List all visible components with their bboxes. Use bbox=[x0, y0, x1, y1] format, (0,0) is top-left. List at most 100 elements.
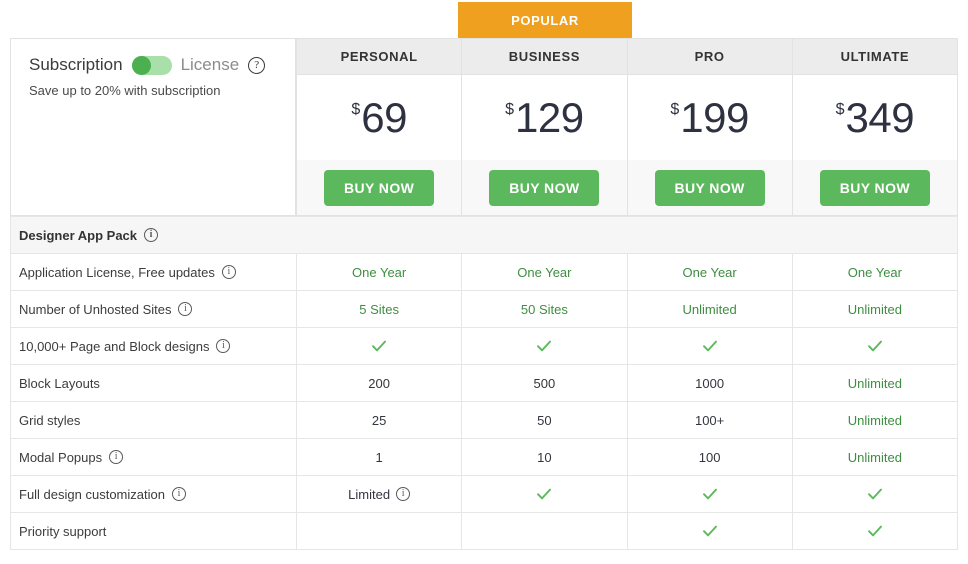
info-circle-icon[interactable]: i bbox=[216, 339, 231, 353]
feature-value-cell: 50 bbox=[462, 402, 628, 438]
feature-value: Limited bbox=[348, 486, 391, 502]
feature-value-cell bbox=[628, 513, 793, 549]
feature-row: 10,000+ Page and Block designs i bbox=[11, 328, 958, 365]
feature-value-cell bbox=[793, 513, 958, 549]
feature-value: 5 Sites bbox=[359, 301, 399, 317]
feature-row: Priority support bbox=[11, 513, 958, 550]
feature-section-header: Designer App Pack i bbox=[11, 217, 958, 254]
feature-comparison-table: Designer App Pack i Application License,… bbox=[10, 216, 958, 550]
promo-subtext: Save up to 20% with subscription bbox=[29, 83, 221, 98]
currency-symbol: $ bbox=[505, 101, 515, 118]
plan-buy-cell-business: BUY NOW bbox=[462, 160, 627, 215]
feature-value-cell: 500 bbox=[462, 365, 628, 401]
feature-row: Modal Popups i 1 10 100 Unlimited bbox=[11, 439, 958, 476]
feature-value: Unlimited bbox=[847, 412, 902, 428]
billing-toggle-row: Subscription License ? bbox=[29, 55, 277, 75]
feature-value: 100 bbox=[698, 449, 721, 465]
currency-symbol: $ bbox=[351, 101, 361, 118]
feature-value: One Year bbox=[847, 264, 902, 280]
feature-row: Full design customization i Limited i bbox=[11, 476, 958, 513]
buy-now-button-personal[interactable]: BUY NOW bbox=[324, 169, 435, 206]
feature-value-cell: 100 bbox=[628, 439, 793, 475]
info-circle-icon[interactable]: i bbox=[221, 265, 236, 279]
feature-value-cell bbox=[297, 328, 463, 364]
plan-name-ultimate: ULTIMATE bbox=[792, 39, 957, 75]
info-circle-icon[interactable]: i bbox=[171, 487, 186, 501]
info-circle-icon[interactable]: i bbox=[109, 450, 124, 464]
feature-value: 200 bbox=[368, 375, 390, 391]
feature-value-cell bbox=[462, 476, 628, 512]
feature-row: Grid styles 25 50 100+ Unlimited bbox=[11, 402, 958, 439]
feature-value-cell: One Year bbox=[628, 254, 793, 290]
feature-value-cell bbox=[297, 513, 463, 549]
plan-column-business: BUSINESS $ 129 BUY NOW bbox=[462, 38, 628, 216]
plan-column-pro: PRO $ 199 BUY NOW bbox=[627, 38, 793, 216]
feature-section-title: Designer App Pack bbox=[19, 227, 138, 243]
feature-value-cell bbox=[793, 328, 958, 364]
feature-value-cell: 1000 bbox=[628, 365, 793, 401]
feature-label: Modal Popups bbox=[19, 449, 103, 465]
plan-column-personal: PERSONAL $ 69 BUY NOW bbox=[296, 38, 463, 216]
info-circle-icon[interactable]: i bbox=[144, 228, 159, 242]
feature-value: 500 bbox=[533, 375, 556, 391]
checkmark-icon bbox=[866, 485, 884, 503]
question-circle-icon[interactable]: ? bbox=[248, 56, 266, 74]
feature-value-cell: 100+ bbox=[628, 402, 793, 438]
feature-value: Unlimited bbox=[847, 375, 902, 391]
billing-toggle-switch[interactable] bbox=[131, 55, 172, 75]
feature-value-cell: 200 bbox=[297, 365, 463, 401]
feature-value-cell: One Year bbox=[297, 254, 463, 290]
toggle-knob bbox=[131, 55, 151, 75]
feature-value-cell: Unlimited bbox=[793, 402, 958, 438]
feature-row: Block Layouts 200 500 1000 Unlimited bbox=[11, 365, 958, 402]
info-circle-icon[interactable]: i bbox=[396, 487, 411, 501]
feature-value-cell: Unlimited bbox=[628, 291, 793, 327]
feature-label: Number of Unhosted Sites bbox=[19, 301, 172, 317]
checkmark-icon bbox=[701, 485, 719, 503]
feature-value-cell: One Year bbox=[793, 254, 958, 290]
feature-value-cell: Limited i bbox=[297, 476, 463, 512]
plan-columns: PERSONAL $ 69 BUY NOW BUSINESS $ 129 BUY… bbox=[296, 38, 958, 216]
plan-column-ultimate: ULTIMATE $ 349 BUY NOW bbox=[792, 38, 958, 216]
toggle-label-subscription: Subscription bbox=[29, 55, 123, 74]
price-amount: 199 bbox=[680, 93, 749, 141]
feature-value: 50 Sites bbox=[520, 301, 568, 317]
feature-label-cell: Application License, Free updates i bbox=[11, 254, 297, 290]
feature-label-cell: Modal Popups i bbox=[11, 439, 297, 475]
checkmark-icon bbox=[535, 485, 553, 503]
price-amount: 129 bbox=[515, 93, 584, 141]
feature-value-cell: 5 Sites bbox=[297, 291, 463, 327]
feature-value-cell: 10 bbox=[462, 439, 628, 475]
feature-value-cell bbox=[628, 328, 793, 364]
feature-value-cell bbox=[793, 476, 958, 512]
buy-now-button-business[interactable]: BUY NOW bbox=[489, 169, 600, 206]
checkmark-icon bbox=[866, 337, 884, 355]
feature-value: Unlimited bbox=[847, 301, 902, 317]
plans-header-area: Subscription License ? Save up to 20% wi… bbox=[10, 38, 958, 216]
feature-value: One Year bbox=[682, 264, 737, 280]
plan-buy-cell-personal: BUY NOW bbox=[297, 160, 462, 215]
checkmark-icon bbox=[370, 337, 388, 355]
feature-row: Application License, Free updates i One Ye… bbox=[11, 254, 958, 291]
feature-value-cell: Unlimited bbox=[793, 291, 958, 327]
price-amount: 69 bbox=[361, 93, 407, 141]
feature-value: Unlimited bbox=[847, 449, 902, 465]
feature-value: 50 bbox=[537, 412, 552, 428]
plan-buy-cell-pro: BUY NOW bbox=[627, 160, 792, 215]
info-circle-icon[interactable]: i bbox=[178, 302, 193, 316]
feature-label: Full design customization bbox=[19, 486, 165, 502]
buy-now-button-ultimate[interactable]: BUY NOW bbox=[819, 169, 930, 206]
feature-value-cell: Unlimited bbox=[793, 365, 958, 401]
feature-value: One Year bbox=[517, 264, 572, 280]
plan-name-business: BUSINESS bbox=[462, 39, 627, 75]
currency-symbol: $ bbox=[835, 101, 845, 118]
feature-value: 1 bbox=[375, 449, 383, 465]
feature-value-cell: Unlimited bbox=[793, 439, 958, 475]
buy-now-button-pro[interactable]: BUY NOW bbox=[654, 169, 765, 206]
feature-label: Priority support bbox=[19, 523, 107, 539]
checkmark-icon bbox=[701, 337, 719, 355]
feature-value: 100+ bbox=[694, 412, 725, 428]
feature-row: Number of Unhosted Sites i 5 Sites 50 Sites… bbox=[11, 291, 958, 328]
feature-value-cell bbox=[462, 328, 628, 364]
plan-price-pro: $ 199 bbox=[627, 75, 792, 160]
